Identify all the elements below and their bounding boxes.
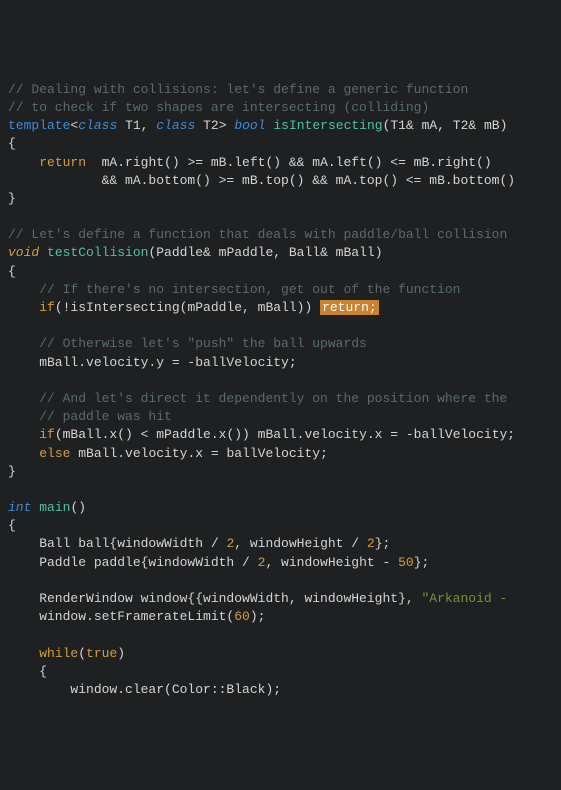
code-line: { xyxy=(8,263,553,281)
comment: // Let's define a function that deals wi… xyxy=(8,227,507,242)
space xyxy=(195,118,203,133)
punct: }; xyxy=(414,555,430,570)
keyword-class: class xyxy=(156,118,195,133)
condition: (!isIntersecting(mPaddle, mBall)) xyxy=(55,300,320,315)
space xyxy=(117,118,125,133)
brace: } xyxy=(8,191,16,206)
code-line xyxy=(8,572,553,590)
code-line xyxy=(8,481,553,499)
code-line: // Let's define a function that deals wi… xyxy=(8,226,553,244)
code-line: Ball ball{windowWidth / 2, windowHeight … xyxy=(8,535,553,553)
statement: window.clear(Color::Black); xyxy=(8,682,281,697)
code-line: window.clear(Color::Black); xyxy=(8,681,553,699)
code-line: // If there's no intersection, get out o… xyxy=(8,281,553,299)
statement: Ball ball{windowWidth / xyxy=(8,536,226,551)
keyword-return: return xyxy=(39,155,86,170)
keyword-class: class xyxy=(78,118,117,133)
punct: ) xyxy=(117,646,125,661)
highlighted-return: return; xyxy=(320,300,379,315)
code-line: && mA.bottom() >= mB.top() && mA.top() <… xyxy=(8,172,553,190)
code-line: window.setFramerateLimit(60); xyxy=(8,608,553,626)
literal-true: true xyxy=(86,646,117,661)
code-line: } xyxy=(8,463,553,481)
code-line xyxy=(8,372,553,390)
type-param: T2 xyxy=(203,118,219,133)
code-line: // Otherwise let's "push" the ball upwar… xyxy=(8,335,553,353)
comment: // to check if two shapes are intersecti… xyxy=(8,100,429,115)
params: (T1& mA, T2& mB) xyxy=(383,118,508,133)
comment: // If there's no intersection, get out o… xyxy=(8,282,460,297)
code-line: else mBall.velocity.x = ballVelocity; xyxy=(8,445,553,463)
code-line: RenderWindow window{{windowWidth, window… xyxy=(8,590,553,608)
punct: > xyxy=(219,118,235,133)
number: 2 xyxy=(226,536,234,551)
code-line: if(mBall.x() < mPaddle.x()) mBall.veloci… xyxy=(8,426,553,444)
number: 60 xyxy=(234,609,250,624)
params: () xyxy=(70,500,86,515)
statement: , windowHeight - xyxy=(265,555,398,570)
punct: ( xyxy=(78,646,86,661)
code-line: { xyxy=(8,517,553,535)
function-name: isIntersecting xyxy=(273,118,382,133)
code-line: { xyxy=(8,135,553,153)
brace: { xyxy=(8,518,16,533)
code-line: Paddle paddle{windowWidth / 2, windowHei… xyxy=(8,554,553,572)
number: 2 xyxy=(258,555,266,570)
brace: } xyxy=(8,464,16,479)
string: "Arkanoid - xyxy=(421,591,515,606)
code-line: int main() xyxy=(8,499,553,517)
code-line: template<class T1, class T2> bool isInte… xyxy=(8,117,553,135)
punct: ); xyxy=(250,609,266,624)
code-line: while(true) xyxy=(8,645,553,663)
brace: { xyxy=(8,136,16,151)
number: 50 xyxy=(398,555,414,570)
code-editor[interactable]: // Dealing with collisions: let's define… xyxy=(8,81,553,699)
expression: && mA.bottom() >= mB.top() && mA.top() <… xyxy=(8,173,515,188)
keyword-bool: bool xyxy=(234,118,265,133)
keyword-template: template xyxy=(8,118,70,133)
statement: mBall.velocity.y = -ballVelocity; xyxy=(8,355,297,370)
code-line: // paddle was hit xyxy=(8,408,553,426)
statement: window.setFramerateLimit( xyxy=(8,609,234,624)
code-line xyxy=(8,208,553,226)
code-line: { xyxy=(8,663,553,681)
comment: // Otherwise let's "push" the ball upwar… xyxy=(8,336,367,351)
expression: mA.right() >= mB.left() && mA.left() <= … xyxy=(86,155,492,170)
type-param: T1 xyxy=(125,118,141,133)
code-line: } xyxy=(8,190,553,208)
code-line: if(!isIntersecting(mPaddle, mBall)) retu… xyxy=(8,299,553,317)
number: 2 xyxy=(367,536,375,551)
keyword-int: int xyxy=(8,500,31,515)
code-line xyxy=(8,317,553,335)
keyword-if: if xyxy=(39,427,55,442)
punct: }; xyxy=(375,536,391,551)
function-name: testCollision xyxy=(47,245,148,260)
code-line xyxy=(8,626,553,644)
statement: Paddle paddle{windowWidth / xyxy=(8,555,258,570)
code-line: void testCollision(Paddle& mPaddle, Ball… xyxy=(8,244,553,262)
comment: // And let's direct it dependently on th… xyxy=(8,391,507,406)
comment: // Dealing with collisions: let's define… xyxy=(8,82,468,97)
code-line: return mA.right() >= mB.left() && mA.lef… xyxy=(8,154,553,172)
space xyxy=(39,245,47,260)
code-line: // And let's direct it dependently on th… xyxy=(8,390,553,408)
code-line: mBall.velocity.y = -ballVelocity; xyxy=(8,354,553,372)
brace: { xyxy=(8,264,16,279)
statement: RenderWindow window{{windowWidth, window… xyxy=(8,591,421,606)
statement: , windowHeight / xyxy=(234,536,367,551)
keyword-if: if xyxy=(39,300,55,315)
code-line: // to check if two shapes are intersecti… xyxy=(8,99,553,117)
params: (Paddle& mPaddle, Ball& mBall) xyxy=(148,245,382,260)
code-line: // Dealing with collisions: let's define… xyxy=(8,81,553,99)
function-name: main xyxy=(39,500,70,515)
keyword-while: while xyxy=(39,646,78,661)
statement: (mBall.x() < mPaddle.x()) mBall.velocity… xyxy=(55,427,515,442)
keyword-else: else xyxy=(39,446,70,461)
statement: mBall.velocity.x = ballVelocity; xyxy=(70,446,327,461)
comment: // paddle was hit xyxy=(8,409,172,424)
keyword-void: void xyxy=(8,245,39,260)
brace: { xyxy=(8,664,47,679)
punct: , xyxy=(141,118,157,133)
